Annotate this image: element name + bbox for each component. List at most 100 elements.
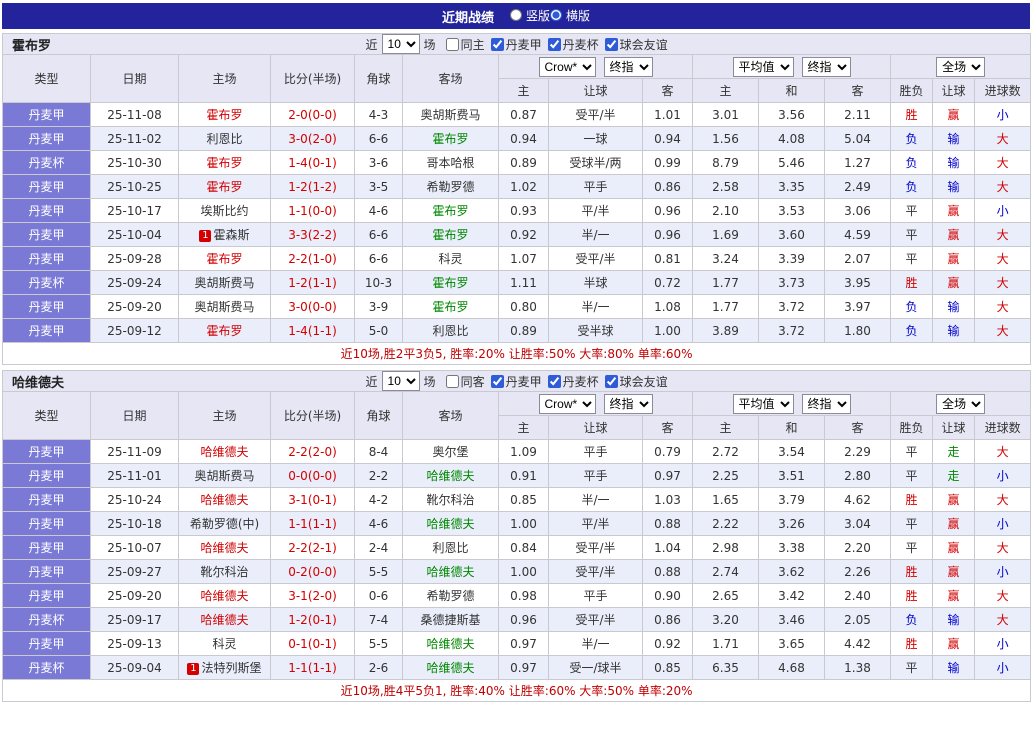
match-row: 丹麦甲 25-09-27 靴尔科治 0-2(0-0) 5-5 哈维德夫 1.00 受平/半 0.… [2, 559, 1032, 584]
away-team-name[interactable]: 靴尔科治 [426, 493, 474, 507]
layout-radio-竖版[interactable]: 竖版 [509, 7, 550, 24]
filter-checkbox-丹麦甲[interactable]: 丹麦甲 [490, 373, 542, 390]
avg-select[interactable]: 平均值 [732, 56, 794, 77]
avg-stage-select[interactable]: 终指 [801, 393, 851, 414]
checkbox-丹麦杯[interactable] [547, 37, 561, 51]
scope-select[interactable]: 全场 [936, 56, 986, 77]
home-team-name[interactable]: 哈维德夫 [200, 493, 248, 507]
scope-select[interactable]: 全场 [936, 393, 986, 414]
home-team-name[interactable]: 埃斯比约 [200, 204, 248, 218]
result-cell: 负 [890, 150, 933, 175]
away-team-name[interactable]: 哈维德夫 [426, 517, 474, 531]
home-team-name[interactable]: 奥胡斯费马 [194, 300, 254, 314]
asia-home-odds-cell: 1.02 [498, 174, 549, 199]
home-team-name[interactable]: 希勒罗德(中) [190, 517, 259, 531]
filter-checkbox-丹麦杯[interactable]: 丹麦杯 [547, 373, 599, 390]
away-team-name[interactable]: 利恩比 [432, 324, 468, 338]
away-team-name[interactable]: 科灵 [438, 252, 462, 266]
subcol-handicap-result: 让球 [932, 415, 975, 440]
checkbox-丹麦甲[interactable] [490, 37, 504, 51]
odds-stage-select[interactable]: 终指 [603, 56, 653, 77]
away-team-name[interactable]: 希勒罗德 [426, 180, 474, 194]
home-team-name[interactable]: 法特列斯堡 [201, 661, 261, 675]
checkbox-label: 球会友谊 [619, 374, 668, 389]
avg-stage-select[interactable]: 终指 [801, 56, 851, 77]
recent-count-select[interactable]: 10 [381, 34, 420, 54]
league-cell: 丹麦甲 [2, 583, 91, 608]
home-team-name[interactable]: 霍森斯 [213, 228, 249, 242]
date-cell: 25-10-30 [90, 150, 179, 175]
away-team-name[interactable]: 霍布罗 [432, 276, 468, 290]
date-cell: 25-09-12 [90, 318, 179, 343]
away-team-name[interactable]: 霍布罗 [432, 132, 468, 146]
odds-company-select[interactable]: Crow* [538, 56, 596, 77]
home-team-name[interactable]: 利恩比 [206, 132, 242, 146]
home-team-name[interactable]: 奥胡斯费马 [194, 276, 254, 290]
away-team-name[interactable]: 利恩比 [432, 541, 468, 555]
layout-radio-group: 竖版 横版 [509, 7, 590, 26]
home-team-name[interactable]: 霍布罗 [206, 324, 242, 338]
home-team-name[interactable]: 霍布罗 [206, 156, 242, 170]
away-team-name[interactable]: 哈维德夫 [426, 565, 474, 579]
checkbox-丹麦杯[interactable] [547, 374, 561, 388]
checkbox-同客[interactable] [445, 374, 459, 388]
view-mode-bar: 近期战绩 竖版 横版 [2, 3, 1030, 29]
away-team-name[interactable]: 霍布罗 [432, 204, 468, 218]
goals-result-cell: 小 [973, 511, 1032, 536]
away-team-name[interactable]: 哈维德夫 [426, 637, 474, 651]
result-cell: 平 [890, 535, 933, 560]
summary-row: 近10场,胜4平5负1, 胜率:40% 让胜率:60% 大率:50% 单率:20… [1, 679, 1032, 702]
avg-select[interactable]: 平均值 [732, 393, 794, 414]
home-team-name[interactable]: 科灵 [212, 637, 236, 651]
recent-count-select[interactable]: 10 [381, 371, 420, 391]
home-team-name[interactable]: 霍布罗 [206, 252, 242, 266]
away-team-name[interactable]: 奥胡斯费马 [420, 108, 480, 122]
match-row: 丹麦杯 25-09-24 奥胡斯费马 1-2(1-1) 10-3 霍布罗 1.11 半球 0.7… [2, 270, 1032, 295]
home-team-name[interactable]: 霍布罗 [206, 180, 242, 194]
avg-draw-cell: 3.60 [758, 222, 825, 247]
filter-checkbox-球会友谊[interactable]: 球会友谊 [604, 373, 668, 390]
away-team-name[interactable]: 霍布罗 [432, 228, 468, 242]
checkbox-同主[interactable] [445, 37, 459, 51]
home-team-cell: 科灵 [178, 631, 271, 656]
asia-away-odds-cell: 0.79 [642, 439, 693, 464]
layout-radio-横版[interactable]: 横版 [550, 7, 590, 24]
away-team-name[interactable]: 奥尔堡 [432, 445, 468, 459]
home-team-name[interactable]: 哈维德夫 [200, 613, 248, 627]
away-team-name[interactable]: 哥本哈根 [426, 156, 474, 170]
away-team-name[interactable]: 希勒罗德 [426, 589, 474, 603]
home-team-name[interactable]: 哈维德夫 [200, 445, 248, 459]
goals-result-cell: 大 [973, 222, 1032, 247]
checkbox-label: 丹麦杯 [562, 37, 599, 52]
checkbox-丹麦甲[interactable] [490, 374, 504, 388]
home-team-cell: 奥胡斯费马 [178, 463, 271, 488]
filter-checkbox-同主[interactable]: 同主 [445, 36, 485, 53]
avg-home-cell: 2.74 [692, 559, 759, 584]
home-team-name[interactable]: 奥胡斯费马 [194, 469, 254, 483]
away-team-name[interactable]: 霍布罗 [432, 300, 468, 314]
home-team-name[interactable]: 霍布罗 [206, 108, 242, 122]
away-team-cell: 希勒罗德 [402, 174, 499, 199]
radio-竖版[interactable] [509, 9, 522, 22]
checkbox-球会友谊[interactable] [604, 374, 618, 388]
home-team-name[interactable]: 靴尔科治 [200, 565, 248, 579]
odds-company-select[interactable]: Crow* [538, 393, 596, 414]
checkbox-球会友谊[interactable] [604, 37, 618, 51]
home-team-name[interactable]: 哈维德夫 [200, 589, 248, 603]
home-team-name[interactable]: 哈维德夫 [200, 541, 248, 555]
goals-result-cell: 大 [973, 439, 1032, 464]
asia-home-odds-cell: 0.96 [498, 607, 549, 632]
date-cell: 25-10-25 [90, 174, 179, 199]
odds-stage-select[interactable]: 终指 [603, 393, 653, 414]
radio-横版[interactable] [550, 9, 562, 22]
filter-checkbox-球会友谊[interactable]: 球会友谊 [604, 36, 668, 53]
filter-checkbox-丹麦甲[interactable]: 丹麦甲 [490, 36, 542, 53]
away-team-name[interactable]: 哈维德夫 [426, 469, 474, 483]
filter-checkbox-同客[interactable]: 同客 [445, 373, 485, 390]
filter-checkbox-丹麦杯[interactable]: 丹麦杯 [547, 36, 599, 53]
asia-handicap-cell: 受平/半 [548, 535, 643, 560]
away-team-name[interactable]: 哈维德夫 [426, 661, 474, 675]
away-team-name[interactable]: 桑德捷斯基 [420, 613, 480, 627]
handicap-result-cell: 赢 [932, 559, 975, 584]
goals-result-cell: 小 [973, 198, 1032, 223]
